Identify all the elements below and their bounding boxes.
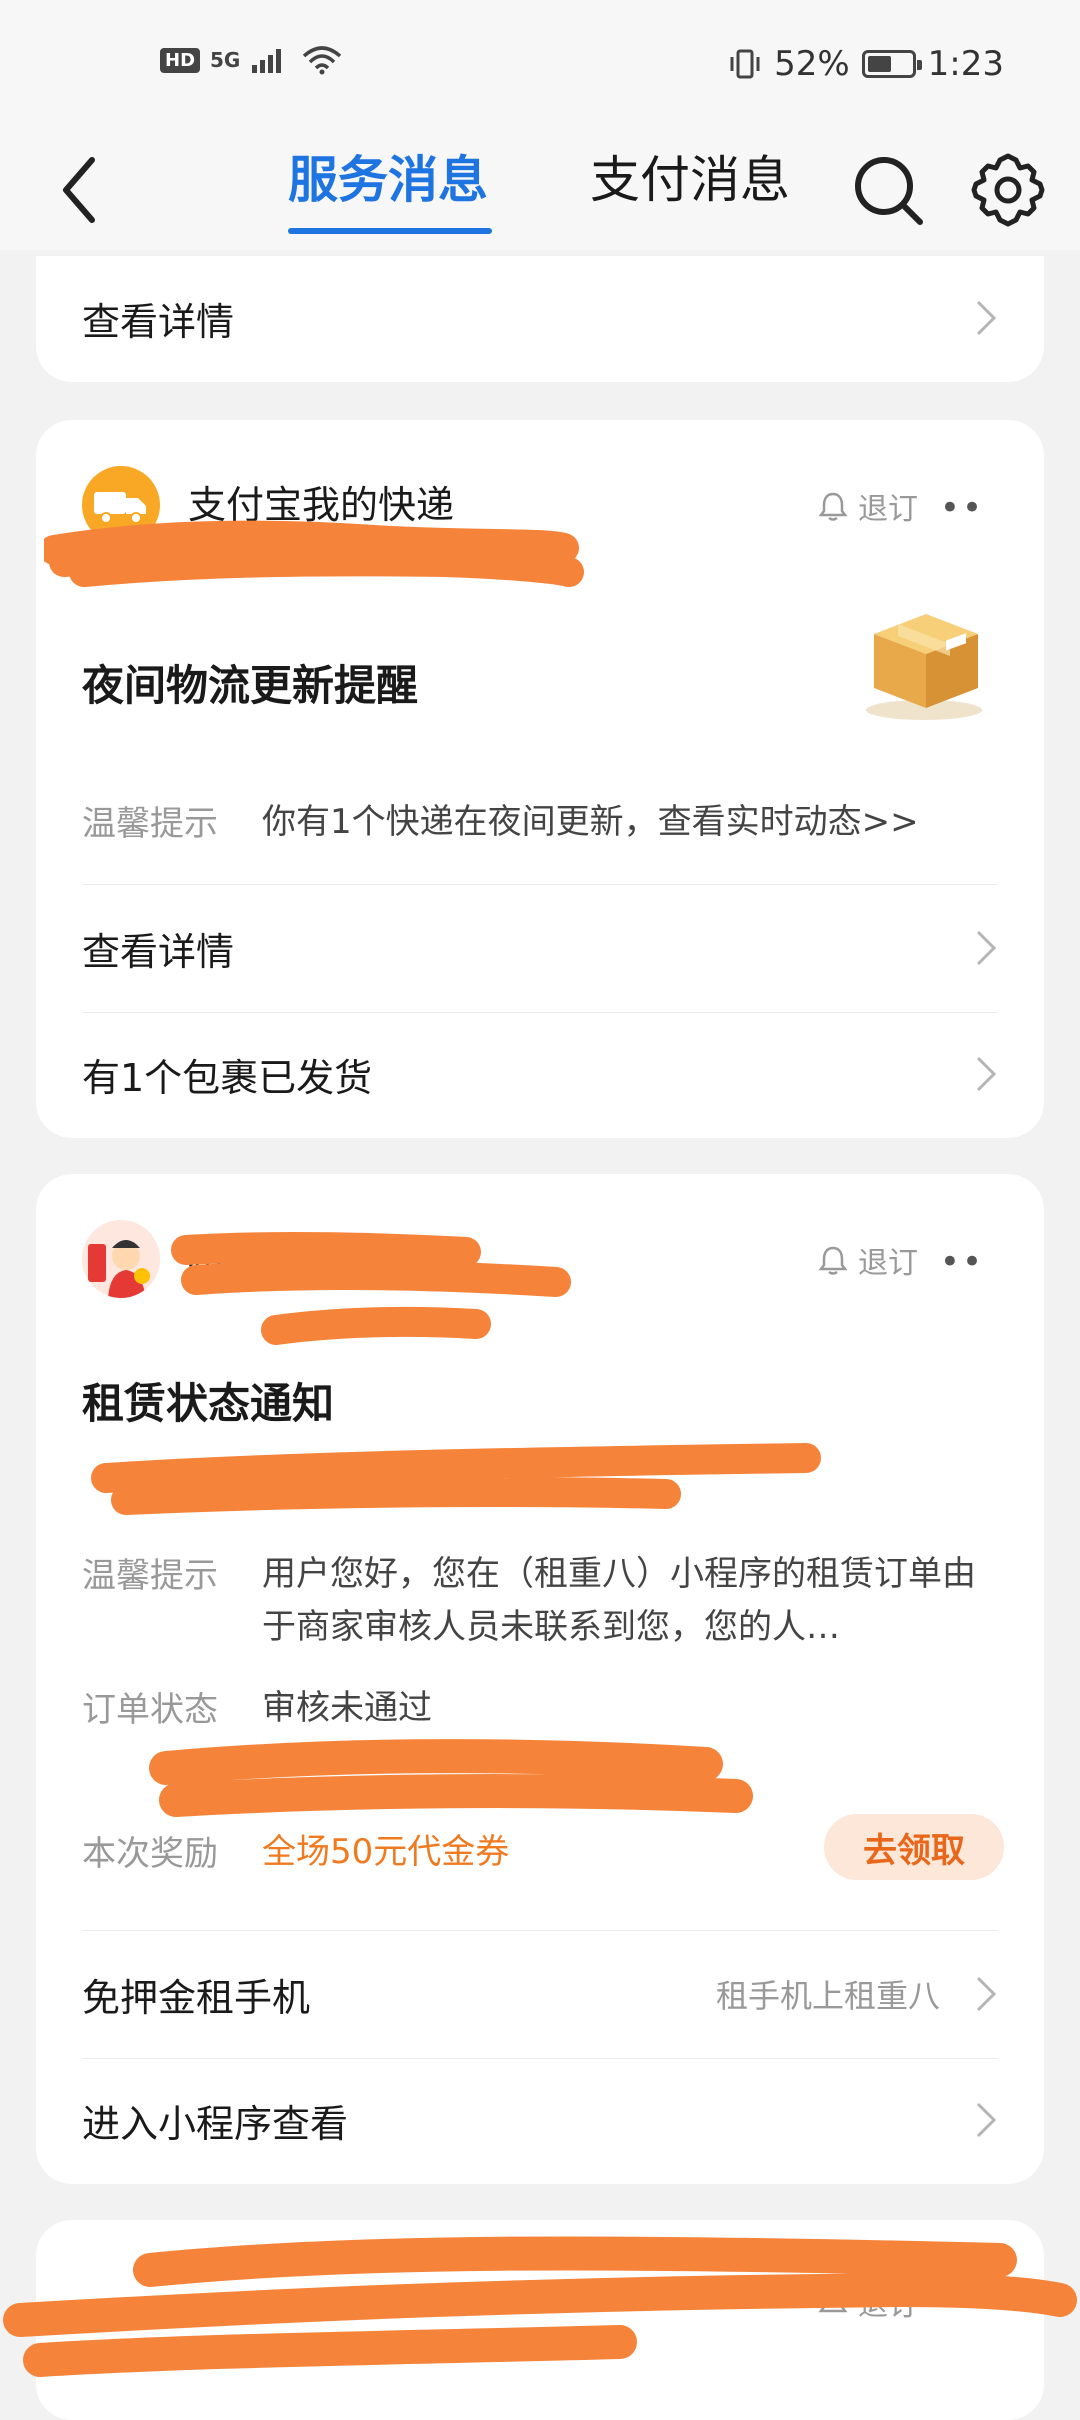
chevron-right-icon [976,300,997,336]
chevron-right-icon [976,1056,997,1092]
clock: 1:23 [927,44,1004,84]
divider [82,1930,998,1931]
field-value: 全场50元代金券 [262,1832,510,1872]
chevron-right-icon [976,1976,997,2012]
chevron-right-icon [976,930,997,966]
bell-icon [818,1246,848,1275]
tip-field: 温馨提示 你有1个快递在夜间更新，查看实时动态>> [82,796,998,849]
more-options-icon[interactable]: •• [940,1242,984,1282]
message-card-partial: 查看详情 [36,256,1044,382]
active-tab-indicator [288,228,492,234]
message-title: 夜间物流更新提醒 [82,661,419,710]
free-deposit-rental-row[interactable]: 免押金租手机 租手机上租重八 [82,1932,998,2056]
back-icon[interactable] [50,150,110,230]
bell-icon [818,492,848,521]
package-box-icon [866,614,982,720]
tab-service-messages[interactable]: 服务消息 [288,140,488,212]
network-type: 5G [210,48,241,72]
field-value: 审核未通过 [262,1688,432,1728]
tab-payment-messages[interactable]: 支付消息 [590,140,790,212]
tip-field: 温馨提示 用户您好，您在（租重八）小程序的租赁订单由于商家审核人员未联系到您，您… [82,1548,998,1653]
row-label: 有1个包裹已发货 [82,1055,373,1100]
claim-coupon-button[interactable]: 去领取 [824,1814,1004,1880]
unsubscribe-button[interactable]: 退订 [818,1238,918,1282]
field-label: 本次奖励 [82,1834,218,1874]
unsubscribe-button[interactable]: 退订 [818,2280,918,2324]
field-value: 用户您好，您在（租重八）小程序的租赁订单由于商家审核人员未联系到您，您的人… [262,1554,976,1647]
service-name: 支付宝我的快递 [188,483,455,527]
field-value[interactable]: 你有1个快递在夜间更新，查看实时动态>> [262,796,919,849]
view-details-row[interactable]: 查看详情 [82,256,998,380]
row-label: 查看详情 [82,929,235,974]
signal-icon [252,49,282,73]
view-details-row[interactable]: 查看详情 [82,886,998,1010]
more-options-icon[interactable]: •• [940,488,984,528]
field-label: 温馨提示 [82,1556,218,1596]
service-name: 租重八 [188,1237,303,1281]
hd-icon: HD [160,47,201,73]
truck-icon [82,466,160,544]
message-title: 租赁状态通知 [82,1379,335,1428]
card-header: 租重八 退订 •• [82,1220,998,1300]
unsubscribe-label: 退订 [858,492,918,527]
battery-icon [861,50,922,78]
battery-percent: 52% [774,44,850,84]
divider [82,884,998,885]
bell-icon [818,2288,848,2313]
row-label: 进入小程序查看 [82,2101,349,2146]
order-status-field: 订单状态 审核未通过 [82,1682,998,1735]
unsubscribe-label: 退订 [858,1246,918,1281]
unsubscribe-label: 退订 [858,2288,918,2323]
redaction-scribble [91,1443,821,1515]
settings-icon[interactable] [968,150,1048,230]
field-label: 订单状态 [82,1690,218,1730]
open-mini-program-row[interactable]: 进入小程序查看 [82,2058,998,2182]
row-label: 免押金租手机 [82,1975,311,2020]
vibrate-icon [730,49,760,79]
search-icon[interactable] [848,150,928,230]
rental-message-card: 租重八 退订 •• 租赁状态通知 温馨提示 用户您好，您在（租重八）小程序的租赁… [36,1174,1044,2184]
top-nav: 服务消息 支付消息 [0,130,1080,250]
redaction-scribble [149,1739,753,1817]
status-bar: HD 5G 52% 1:23 [0,0,1080,130]
row-label: 查看详情 [82,299,235,344]
wifi-icon [303,46,342,75]
card-header: 支付宝我的快递 退订 •• [82,466,998,546]
more-options-icon[interactable]: •• [940,2284,984,2324]
chevron-right-icon [976,2102,997,2138]
shipped-row[interactable]: 有1个包裹已发货 [82,1012,998,1136]
field-label: 温馨提示 [82,804,218,844]
row-subtext: 租手机上租重八 [715,1977,940,2015]
unsubscribe-button[interactable]: 退订 [818,484,918,528]
mascot-avatar [82,1220,160,1298]
express-message-card: 支付宝我的快递 退订 •• 夜间物流更新提醒 温馨提示 你有1个快递在夜间更新，… [36,420,1044,1138]
message-card-bottom: 退订 •• [36,2220,1044,2420]
